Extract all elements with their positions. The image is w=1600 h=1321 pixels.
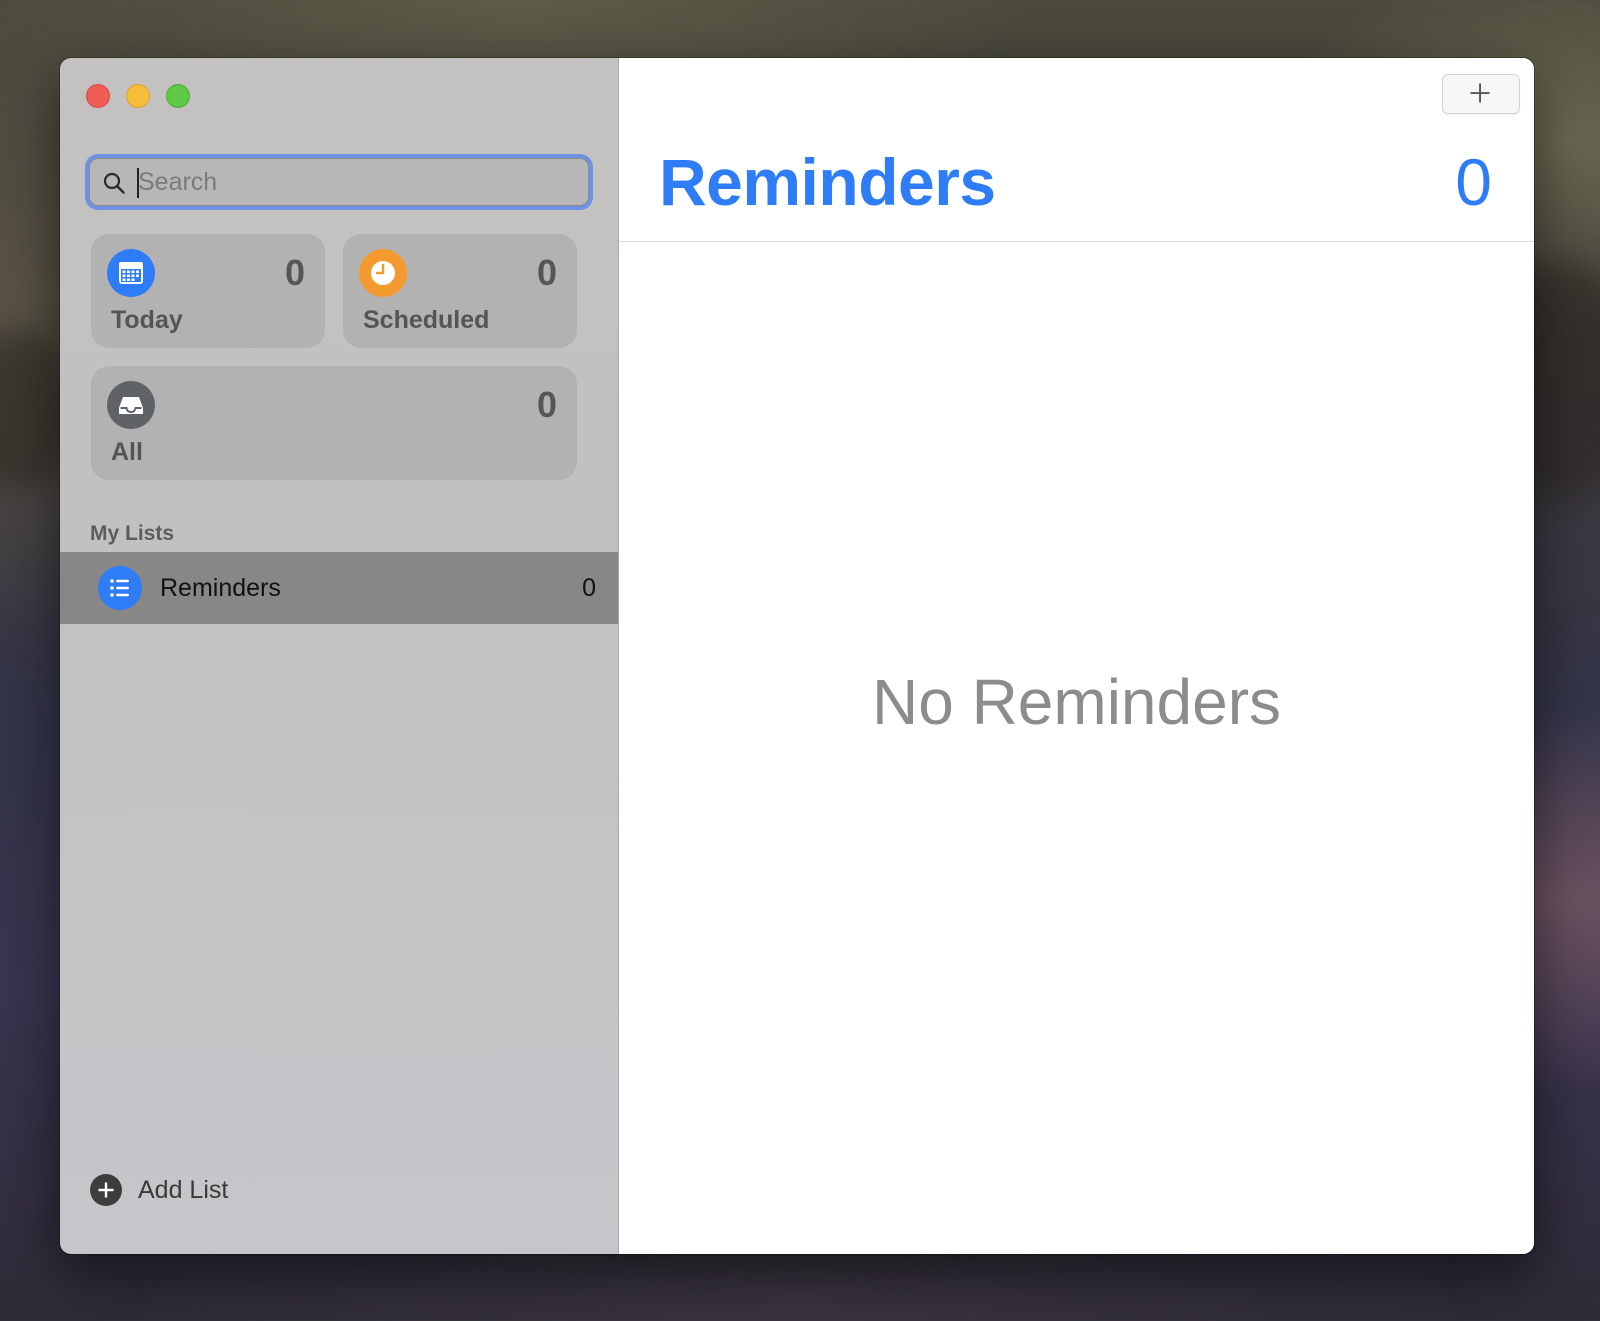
list-title: Reminders bbox=[659, 145, 996, 219]
calendar-icon bbox=[107, 249, 155, 297]
main-pane: Reminders 0 No Reminders bbox=[619, 58, 1534, 1254]
window-controls bbox=[86, 84, 190, 108]
new-reminder-button[interactable] bbox=[1442, 74, 1520, 114]
list-name: Reminders bbox=[160, 574, 281, 602]
close-button[interactable] bbox=[86, 84, 110, 108]
my-lists-header: My Lists bbox=[90, 522, 175, 545]
reminders-window: 0 Today 0 Scheduled 0 All bbox=[60, 58, 1534, 1254]
search-input[interactable] bbox=[138, 165, 568, 199]
text-caret bbox=[137, 168, 139, 198]
today-label: Today bbox=[111, 306, 183, 334]
plus-circle-icon bbox=[90, 1174, 122, 1206]
title-divider bbox=[619, 241, 1534, 242]
smart-list-today[interactable]: 0 Today bbox=[91, 234, 325, 348]
list-count: 0 bbox=[582, 574, 596, 602]
zoom-button[interactable] bbox=[166, 84, 190, 108]
search-icon bbox=[103, 172, 125, 194]
add-list-label: Add List bbox=[138, 1175, 229, 1204]
sidebar: 0 Today 0 Scheduled 0 All bbox=[60, 58, 619, 1254]
empty-state-message: No Reminders bbox=[871, 666, 1282, 738]
list-total-count: 0 bbox=[1455, 145, 1492, 219]
clock-icon bbox=[359, 249, 407, 297]
search-field[interactable] bbox=[89, 158, 589, 206]
smart-list-all[interactable]: 0 All bbox=[91, 366, 577, 480]
today-count: 0 bbox=[284, 252, 305, 293]
tray-icon bbox=[107, 381, 155, 429]
smart-list-scheduled[interactable]: 0 Scheduled bbox=[343, 234, 577, 348]
minimize-button[interactable] bbox=[126, 84, 150, 108]
scheduled-count: 0 bbox=[536, 252, 557, 293]
all-label: All bbox=[111, 438, 143, 466]
all-count: 0 bbox=[536, 384, 557, 425]
scheduled-label: Scheduled bbox=[363, 306, 490, 334]
list-bullet-icon bbox=[98, 566, 142, 610]
plus-icon bbox=[1470, 83, 1490, 103]
add-list-button[interactable]: Add List bbox=[90, 1174, 228, 1206]
list-item-reminders[interactable]: Reminders 0 bbox=[60, 552, 618, 624]
